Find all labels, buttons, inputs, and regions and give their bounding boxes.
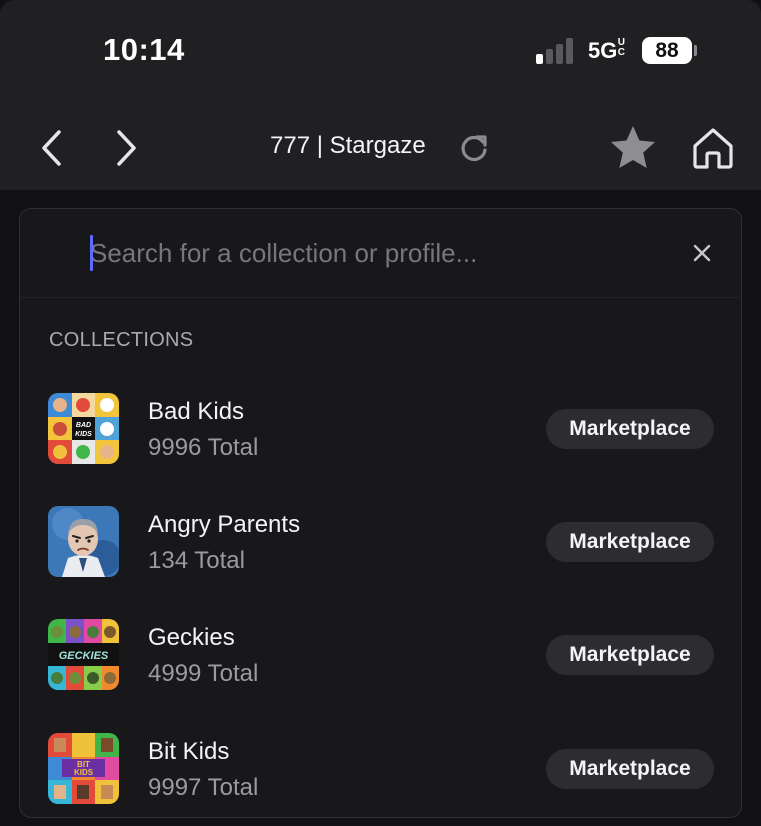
search-input[interactable] xyxy=(90,233,650,273)
collection-name: Bit Kids xyxy=(148,738,230,765)
status-bar: 10:14 5GUC 88 xyxy=(0,0,761,100)
collection-total: 9997 Total xyxy=(148,774,259,801)
star-icon[interactable] xyxy=(606,122,660,174)
collection-item[interactable]: Angry Parents 134 Total Marketplace xyxy=(20,499,741,599)
collections-heading: COLLECTIONS xyxy=(49,329,194,351)
reload-icon[interactable] xyxy=(456,130,492,166)
collection-thumbnail: BIT KIDS xyxy=(48,733,119,804)
marketplace-button[interactable]: Marketplace xyxy=(546,409,714,449)
battery-tip xyxy=(694,45,697,56)
collection-total: 9996 Total xyxy=(148,434,259,461)
network-type: 5G xyxy=(588,38,618,63)
collection-item[interactable]: BAD KIDS Bad Kids 9996 Total Marketplace xyxy=(20,386,741,486)
marketplace-button[interactable]: Marketplace xyxy=(546,749,714,789)
app-screen: 10:14 5GUC 88 777 | Stargaze Search for … xyxy=(0,0,761,826)
svg-text:GECKIES: GECKIES xyxy=(59,650,109,662)
collection-item[interactable]: BIT KIDS Bit Kids 9997 Total Marketplace xyxy=(20,726,741,817)
battery-icon: 88 xyxy=(642,37,692,64)
forward-arrow-icon[interactable] xyxy=(110,126,144,170)
battery-level: 88 xyxy=(655,39,679,62)
text-cursor xyxy=(90,235,93,271)
page-title: 777 | Stargaze xyxy=(270,132,426,159)
network-indicator: 5GUC xyxy=(588,38,625,64)
search-panel: COLLECTIONS xyxy=(19,208,742,818)
marketplace-button[interactable]: Marketplace xyxy=(546,522,714,562)
close-icon[interactable] xyxy=(684,235,720,271)
browser-nav-bar: 777 | Stargaze xyxy=(0,100,761,190)
cellular-signal-icon xyxy=(536,38,576,64)
collection-total: 134 Total xyxy=(148,547,245,574)
marketplace-button[interactable]: Marketplace xyxy=(546,635,714,675)
collection-total: 4999 Total xyxy=(148,660,259,687)
svg-text:KIDS: KIDS xyxy=(74,768,94,777)
search-bar xyxy=(20,209,741,298)
collection-thumbnail xyxy=(48,506,119,577)
home-icon[interactable] xyxy=(688,122,738,174)
back-arrow-icon[interactable] xyxy=(34,126,68,170)
collection-name: Angry Parents xyxy=(148,511,301,538)
collection-name: Bad Kids xyxy=(148,398,245,425)
collection-thumbnail: GECKIES xyxy=(48,619,119,690)
status-time: 10:14 xyxy=(103,32,185,67)
collection-name: Geckies xyxy=(148,624,235,651)
collection-item[interactable]: GECKIES Geckies 4999 Total Marketplace xyxy=(20,612,741,712)
collection-thumbnail: BAD KIDS xyxy=(48,393,119,464)
network-subtype: UC xyxy=(617,37,625,58)
svg-text:KIDS: KIDS xyxy=(75,431,92,438)
svg-text:BAD: BAD xyxy=(76,422,91,429)
